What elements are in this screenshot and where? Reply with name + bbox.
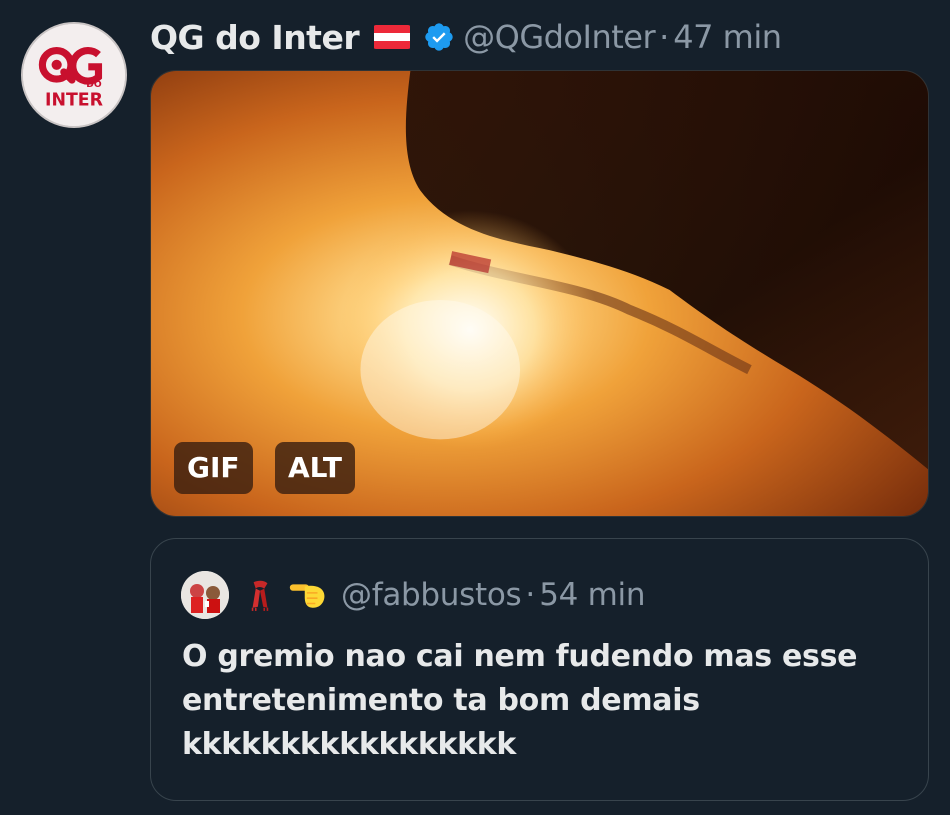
tweet-header: QG do Inter @QGdoInter · 47 min [150, 14, 782, 60]
author-display-name[interactable]: QG do Inter [150, 18, 360, 57]
red-scarf-icon [243, 578, 277, 612]
austria-flag-icon [373, 25, 411, 49]
alt-text-button[interactable]: ALT [275, 442, 355, 494]
quoted-author-handle[interactable]: @fabbustos [341, 577, 522, 613]
pointing-hand-icon [287, 578, 331, 612]
quoted-tweet-text: O gremio nao cai nem fudendo mas esse en… [182, 635, 912, 767]
verified-badge-icon[interactable] [423, 21, 455, 53]
svg-text:DO: DO [86, 79, 102, 90]
quoted-author-avatar[interactable] [181, 571, 229, 619]
tweet-gif-media[interactable]: GIF ALT [150, 70, 929, 517]
separator-dot: · [659, 18, 670, 56]
quoted-tweet-text-line: O gremio nao cai nem fudendo mas esse [182, 639, 858, 674]
quoted-tweet-header: @fabbustos · 54 min [181, 571, 645, 619]
quoted-tweet-text-line: kkkkkkkkkkkkkkkkk [182, 727, 517, 762]
tweet-timestamp[interactable]: 47 min [673, 18, 782, 56]
author-handle[interactable]: @QGdoInter [463, 18, 655, 56]
quoted-tweet-card[interactable]: @fabbustos · 54 min O gremio nao cai nem… [150, 538, 929, 801]
quoted-tweet-timestamp[interactable]: 54 min [539, 577, 645, 613]
svg-text:INTER: INTER [45, 91, 103, 111]
tweet[interactable]: DO INTER QG do Inter @QGdoInter · 47 min [0, 0, 950, 815]
fire-gif-frame [151, 71, 928, 516]
qg-do-inter-logo: DO INTER [23, 24, 125, 126]
gif-badge: GIF [174, 442, 253, 494]
author-avatar[interactable]: DO INTER [21, 22, 127, 128]
quoted-tweet-text-line: entretenimento ta bom demais [182, 683, 700, 718]
separator-dot: · [525, 577, 536, 613]
